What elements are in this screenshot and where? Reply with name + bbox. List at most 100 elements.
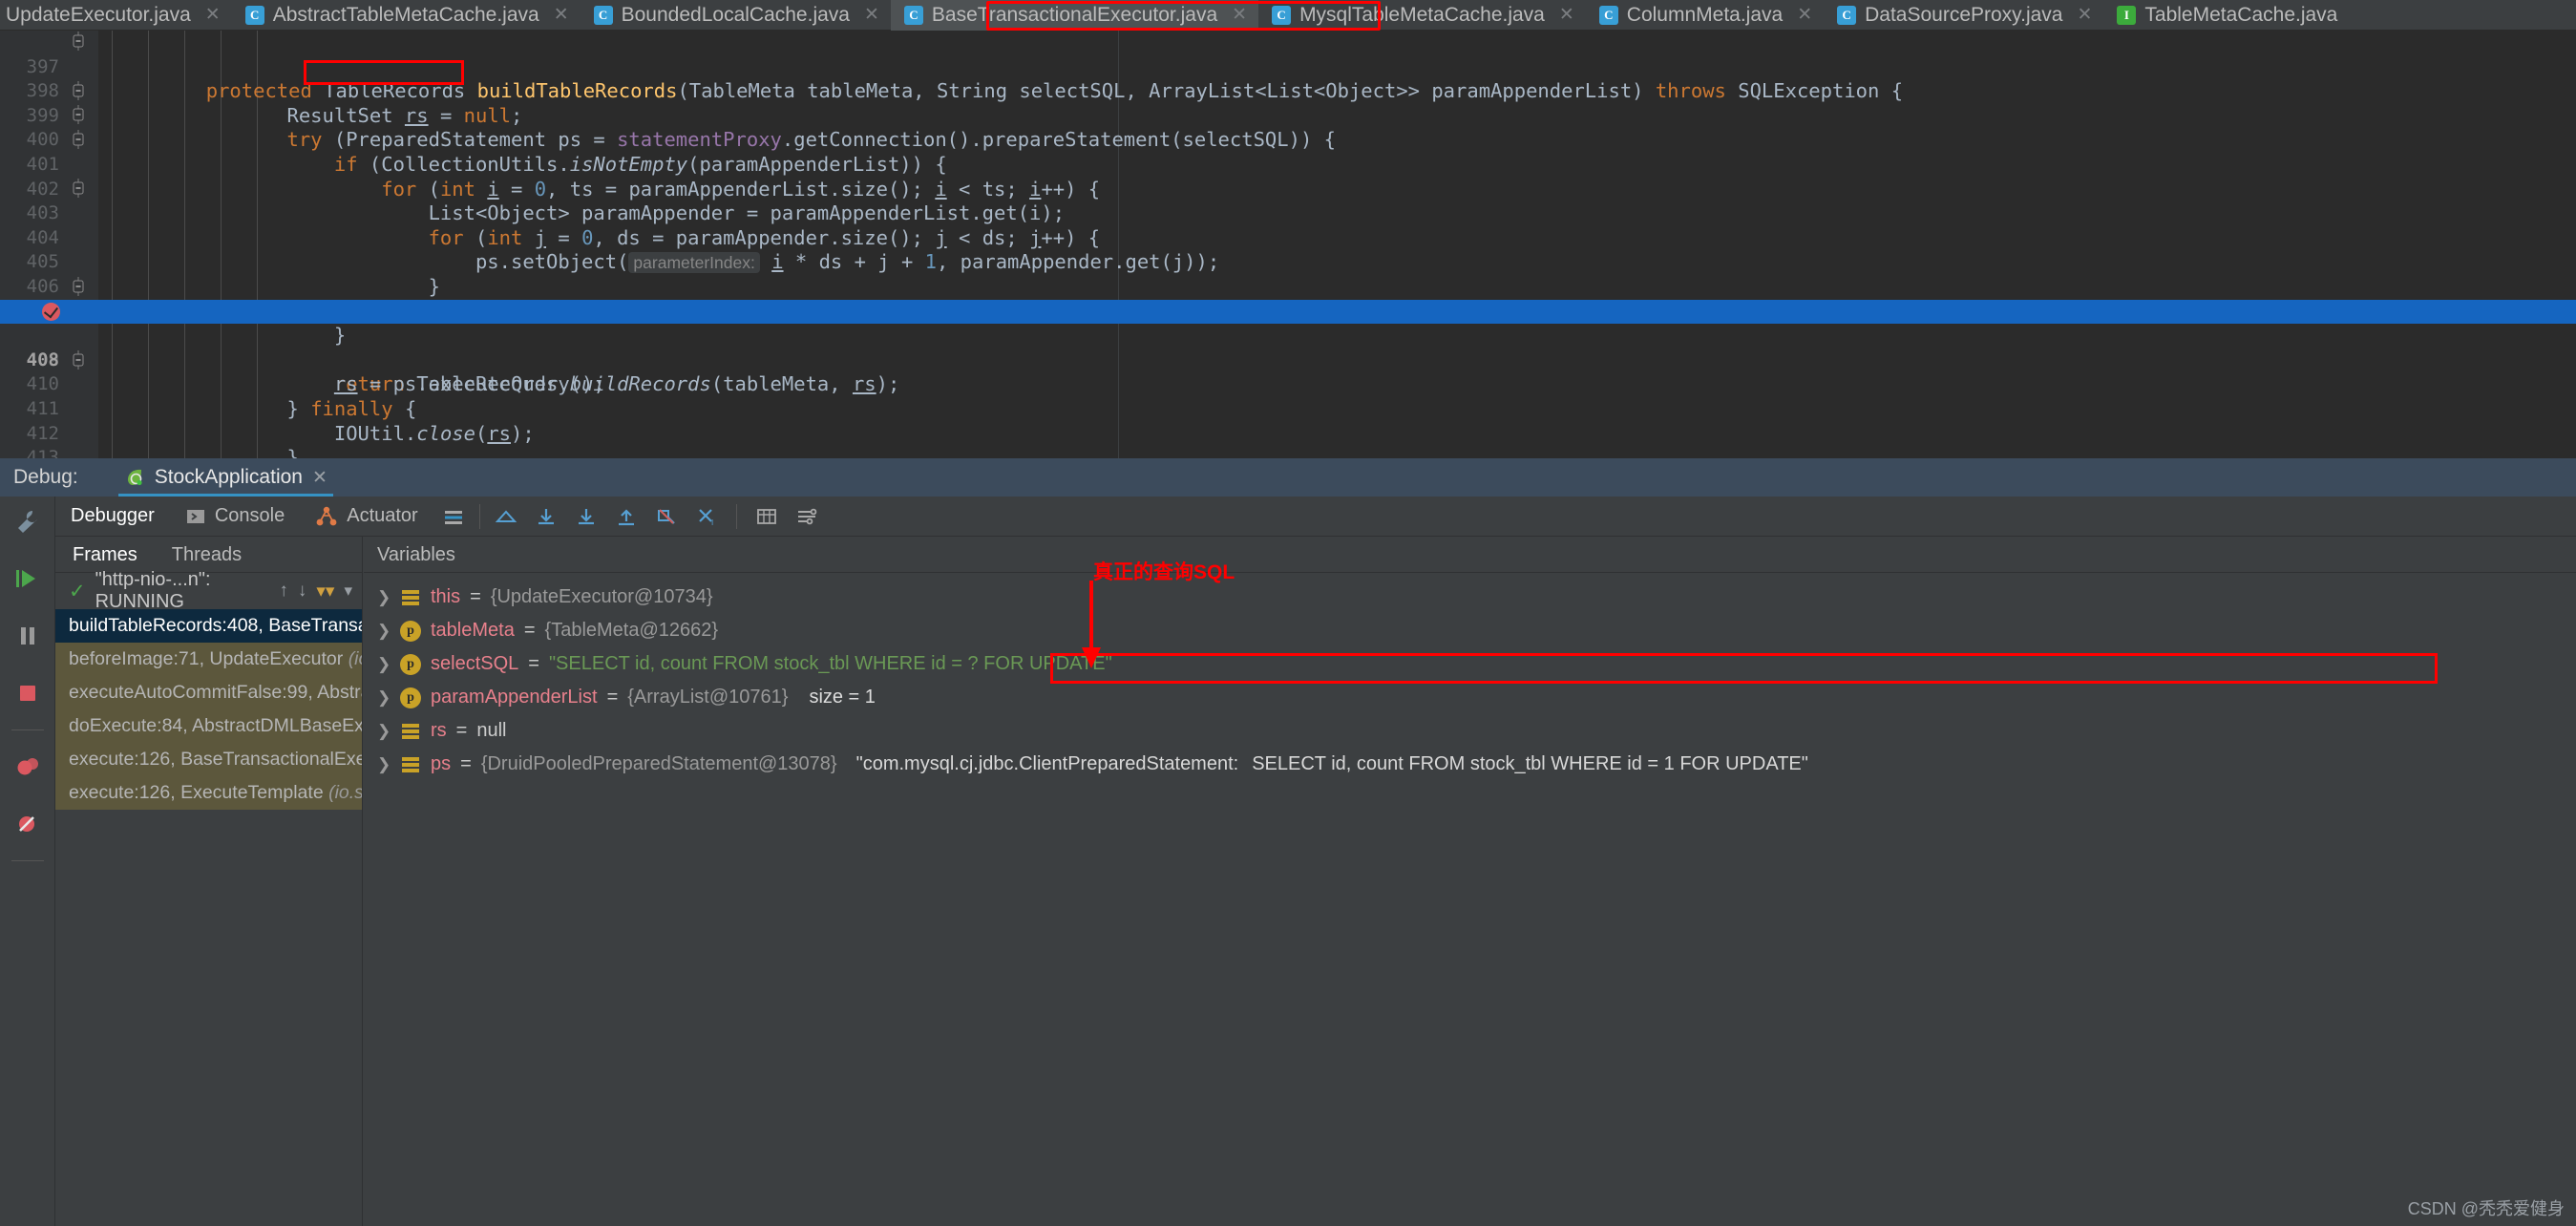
stack-frames-list[interactable]: buildTableRecords:408, BaseTransactional… [55, 609, 362, 810]
tab-console-label: Console [214, 505, 285, 526]
view-breakpoints-icon[interactable] [13, 746, 42, 788]
editor-tab-6[interactable]: C DataSourceProxy.java ✕ [1824, 0, 2103, 31]
code-line-397[interactable]: 397 protected TableRecords buildTableRec… [27, 31, 2576, 103]
variable-row-rs[interactable]: ❯ rs = null [364, 714, 2576, 748]
chevron-down-icon[interactable]: ▾ [344, 581, 362, 601]
resume-button[interactable] [13, 558, 42, 600]
fold-marker-401[interactable] [72, 129, 98, 150]
code-lines[interactable]: 397 protected TableRecords buildTableRec… [0, 31, 2576, 494]
editor-tab-4[interactable]: C MysqlTableMetaCache.java ✕ [1258, 0, 1586, 31]
fold-marker-400[interactable] [72, 104, 98, 125]
close-icon[interactable]: ✕ [1797, 6, 1812, 24]
editor-tab-5[interactable]: C ColumnMeta.java ✕ [1586, 0, 1824, 31]
fold-marker-403[interactable] [72, 178, 98, 199]
tab-debugger[interactable]: Debugger [55, 497, 170, 537]
close-icon[interactable]: ✕ [554, 6, 569, 24]
debug-action-strip [0, 497, 55, 1226]
evaluate-expression-icon[interactable] [747, 506, 787, 527]
fold-marker-397[interactable] [72, 31, 98, 52]
tab-frames[interactable]: Frames [55, 537, 155, 573]
variable-row-selectSQL[interactable]: ❯ p selectSQL = "SELECT id, count FROM s… [364, 647, 2576, 681]
code-editor[interactable]: 397 protected TableRecords buildTableRec… [0, 31, 2576, 494]
upload-icon[interactable] [606, 506, 646, 527]
code-line-407[interactable]: 407 } [27, 275, 2576, 348]
variable-row-tableMeta[interactable]: ❯ p tableMeta = {TableMeta@12662} [364, 614, 2576, 647]
stack-frame-row[interactable]: beforeImage:71, UpdateExecutor (io.seata… [55, 643, 362, 676]
settings-icon[interactable] [787, 506, 827, 527]
code-line-408-current[interactable]: 408 rs = ps.executeQuery(); [0, 299, 2576, 395]
run-configuration-tab[interactable]: StockApplication ✕ [115, 458, 337, 497]
java-interface-icon: I [2117, 5, 2137, 25]
variable-value: "SELECT id, count FROM stock_tbl WHERE i… [548, 653, 1112, 674]
fold-marker-399[interactable] [72, 80, 98, 101]
code-line-399[interactable]: 399 try (PreparedStatement ps = statemen… [27, 79, 2576, 152]
arrow-up-icon[interactable]: ↑ [279, 581, 288, 602]
breakpoint-icon[interactable] [42, 303, 60, 321]
arrow-down-icon[interactable]: ↓ [298, 581, 307, 602]
variable-row-ps[interactable]: ❯ ps = {DruidPooledPreparedStatement@130… [364, 748, 2576, 781]
fold-marker-407[interactable] [72, 276, 98, 297]
filter-icon[interactable]: ▾▾ [316, 581, 334, 602]
mute-breakpoints-icon[interactable] [646, 506, 686, 527]
variable-value-extra: "com.mysql.cj.jdbc.ClientPreparedStateme… [855, 753, 1239, 774]
variables-list[interactable]: ❯ this = {UpdateExecutor@10734} ❯ p tabl… [364, 573, 2576, 781]
editor-tab-1[interactable]: C AbstractTableMetaCache.java ✕ [232, 0, 581, 31]
code-line-405[interactable]: 405 } [27, 226, 2576, 298]
layout-settings-icon[interactable] [433, 506, 474, 527]
close-icon[interactable]: ✕ [205, 6, 221, 24]
close-icon[interactable]: ✕ [1232, 6, 1247, 24]
code-line-400[interactable]: 400 if (CollectionUtils.isNotEmpty(param… [27, 104, 2576, 176]
chevron-right-icon[interactable]: ❯ [377, 755, 391, 774]
ide-window: UpdateExecutor.java ✕ C AbstractTableMet… [0, 0, 2576, 1226]
editor-tab-0[interactable]: UpdateExecutor.java ✕ [0, 0, 232, 31]
close-icon[interactable]: ✕ [312, 467, 327, 489]
chevron-right-icon[interactable]: ❯ [377, 722, 391, 741]
close-icon[interactable]: ✕ [1559, 6, 1574, 24]
variable-row-paramAppenderList[interactable]: ❯ p paramAppenderList = {ArrayList@10761… [364, 681, 2576, 714]
stack-frame-row[interactable]: doExecute:84, AbstractDMLBaseExecutor (i… [55, 709, 362, 743]
editor-tab-label: BoundedLocalCache.java [621, 3, 850, 26]
code-line-401[interactable]: 401 for (int i = 0, ts = paramAppenderLi… [27, 128, 2576, 201]
step-filter-icon[interactable]: I [686, 506, 727, 527]
mute-breakpoints-button[interactable] [13, 803, 42, 845]
stack-frame-row[interactable]: execute:126, ExecuteTemplate (io.seata.r… [55, 776, 362, 810]
code-line-402[interactable]: 402 List<Object> paramAppender = paramAp… [27, 153, 2576, 225]
editor-tab-7[interactable]: I TableMetaCache.java [2103, 0, 2349, 31]
code-line-410[interactable]: 410 } finally { [27, 349, 2576, 420]
parameter-icon: p [400, 653, 421, 675]
import-icon[interactable] [566, 506, 606, 527]
tab-actuator[interactable]: Actuator [300, 497, 433, 537]
chevron-right-icon[interactable]: ❯ [377, 688, 391, 708]
code-line-406[interactable]: 406 } [27, 250, 2576, 323]
close-icon[interactable]: ✕ [864, 6, 879, 24]
close-icon[interactable]: ✕ [2077, 6, 2092, 24]
stack-frame-row-selected[interactable]: buildTableRecords:408, BaseTransactional… [55, 609, 362, 643]
stack-frame-row[interactable]: execute:126, BaseTransactionalExecutor (… [55, 743, 362, 776]
stop-button[interactable] [13, 672, 42, 714]
chevron-right-icon[interactable]: ❯ [377, 655, 391, 674]
thread-selector[interactable]: ✓ "http-nio-...n": RUNNING ↑ ↓ ▾▾ ▾ [55, 569, 362, 612]
code-line-398[interactable]: 398 ResultSet rs = null; [27, 55, 2576, 127]
restore-layout-icon[interactable] [486, 506, 526, 527]
variable-name: ps [431, 753, 452, 774]
tab-threads[interactable]: Threads [155, 537, 259, 573]
code-line-404[interactable]: 404 ps.setObject(parameterIndex: i * ds … [27, 201, 2576, 274]
fold-marker-410[interactable] [72, 349, 98, 370]
code-line-403[interactable]: 403 for (int j = 0, ds = paramAppender.s… [27, 178, 2576, 249]
editor-tab-bar: UpdateExecutor.java ✕ C AbstractTableMet… [0, 0, 2576, 31]
wrench-icon[interactable] [13, 500, 42, 542]
run-config-name: StockApplication [154, 466, 303, 488]
code-line-412[interactable]: 412 } [27, 397, 2576, 470]
code-line-409[interactable]: 409 return TableRecords.buildRecords(tab… [27, 324, 2576, 396]
chevron-right-icon[interactable]: ❯ [377, 588, 391, 607]
variable-row-this[interactable]: ❯ this = {UpdateExecutor@10734} [364, 581, 2576, 614]
pause-button[interactable] [13, 615, 42, 657]
export-icon[interactable] [526, 506, 566, 527]
editor-tab-2[interactable]: C BoundedLocalCache.java ✕ [581, 0, 891, 31]
editor-tab-3-active[interactable]: C BaseTransactionalExecutor.java ✕ [890, 0, 1259, 31]
code-line-413[interactable]: 413 } [27, 422, 2576, 494]
tab-console[interactable]: Console [170, 497, 300, 537]
editor-tab-label: UpdateExecutor.java [6, 3, 191, 26]
stack-frame-row[interactable]: executeAutoCommitFalse:99, AbstractDMLBa [55, 676, 362, 709]
chevron-right-icon[interactable]: ❯ [377, 622, 391, 641]
